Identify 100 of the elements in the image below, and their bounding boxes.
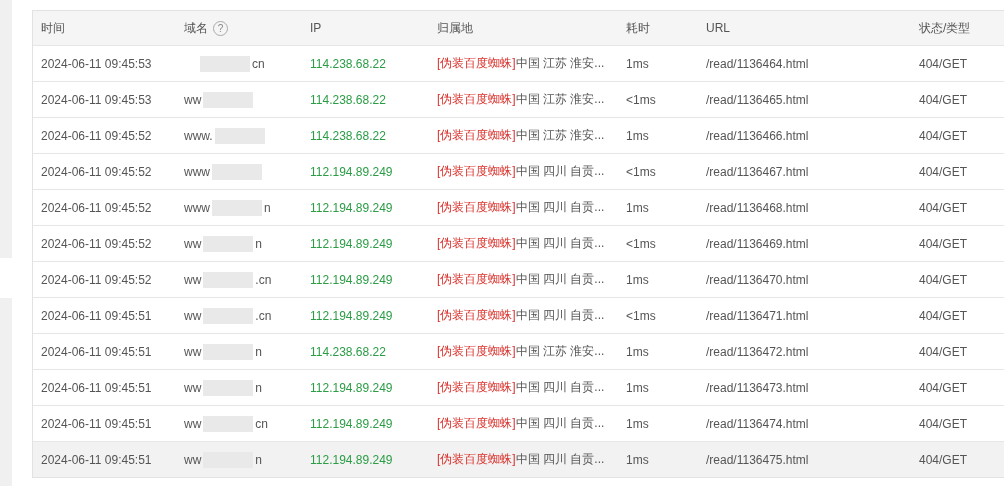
- table-cell: <1ms: [626, 164, 656, 179]
- table-cell: 2024-06-11 09:45:51: [41, 308, 152, 323]
- location-text: 中国 四川 自贡...: [515, 451, 605, 468]
- table-cell: 2024-06-11 09:45:51: [41, 344, 152, 359]
- ip-address: 114.238.68.22: [310, 56, 386, 71]
- column-header: 域名: [184, 19, 208, 37]
- ip-address: 114.238.68.22: [310, 92, 386, 107]
- table-cell: 2024-06-11 09:45:51: [41, 380, 152, 395]
- table-cell: 2024-06-11 09:45:52: [41, 200, 152, 215]
- table-cell: 1ms: [626, 452, 649, 467]
- column-header: 状态/类型: [919, 19, 971, 37]
- ip-address: 112.194.89.249: [310, 308, 393, 323]
- ip-address: 112.194.89.249: [310, 164, 393, 179]
- table-cell: 2024-06-11 09:45:53: [41, 92, 152, 107]
- table-cell: 404/GET: [919, 92, 968, 107]
- spider-tag: [伪装百度蜘蛛]: [437, 343, 516, 360]
- table-cell: 1ms: [626, 272, 649, 287]
- table-cell: 404/GET: [919, 452, 968, 467]
- location-text: 中国 四川 自贡...: [515, 163, 605, 180]
- location-text: 中国 江苏 淮安...: [515, 127, 605, 144]
- url-text: /read/1136466.html: [706, 128, 809, 143]
- domain-text: .cn: [255, 308, 272, 323]
- location-text: 中国 江苏 淮安...: [515, 343, 605, 360]
- ip-address: 112.194.89.249: [310, 272, 393, 287]
- table-cell: 1ms: [626, 56, 649, 71]
- domain-text: n: [255, 236, 263, 251]
- table-cell: 404/GET: [919, 236, 968, 251]
- domain-text: www: [184, 200, 210, 215]
- location-text: 中国 江苏 淮安...: [515, 91, 605, 108]
- domain-text: ww: [184, 92, 202, 107]
- url-text: /read/1136474.html: [706, 416, 809, 431]
- location-text: 中国 四川 自贡...: [515, 379, 605, 396]
- column-header: URL: [706, 21, 730, 35]
- spider-tag: [伪装百度蜘蛛]: [437, 127, 516, 144]
- table-cell: 2024-06-11 09:45:52: [41, 236, 152, 251]
- spider-tag: [伪装百度蜘蛛]: [437, 91, 516, 108]
- domain-text: ww: [184, 272, 202, 287]
- ip-address: 112.194.89.249: [310, 452, 393, 467]
- domain-text: n: [255, 344, 263, 359]
- domain-text: ww: [184, 452, 202, 467]
- column-header: 耗时: [626, 19, 650, 37]
- domain-text: ww: [184, 308, 202, 323]
- table-cell: 404/GET: [919, 380, 968, 395]
- url-text: /read/1136471.html: [706, 308, 809, 323]
- location-text: 中国 四川 自贡...: [515, 307, 605, 324]
- domain-text: n: [255, 452, 263, 467]
- table-cell: 2024-06-11 09:45:53: [41, 56, 152, 71]
- domain-text: ww: [184, 416, 202, 431]
- url-text: /read/1136473.html: [706, 380, 809, 395]
- domain-text: ww: [184, 380, 202, 395]
- url-text: /read/1136468.html: [706, 200, 809, 215]
- table-cell: 1ms: [626, 344, 649, 359]
- spider-tag: [伪装百度蜘蛛]: [437, 415, 516, 432]
- spider-tag: [伪装百度蜘蛛]: [437, 199, 516, 216]
- column-header: 归属地: [437, 19, 473, 37]
- table-cell: <1ms: [626, 308, 656, 323]
- domain-text: n: [255, 380, 263, 395]
- url-text: /read/1136475.html: [706, 452, 809, 467]
- ip-address: 112.194.89.249: [310, 416, 393, 431]
- spider-tag: [伪装百度蜘蛛]: [437, 451, 516, 468]
- table-cell: 1ms: [626, 416, 649, 431]
- table-cell: 404/GET: [919, 200, 968, 215]
- table-cell: 2024-06-11 09:45:52: [41, 272, 152, 287]
- table-cell: 2024-06-11 09:45:51: [41, 416, 152, 431]
- table-cell: 404/GET: [919, 272, 968, 287]
- spider-tag: [伪装百度蜘蛛]: [437, 163, 516, 180]
- url-text: /read/1136469.html: [706, 236, 809, 251]
- table-cell: 404/GET: [919, 308, 968, 323]
- table-cell: 2024-06-11 09:45:51: [41, 452, 152, 467]
- column-header: IP: [310, 21, 322, 35]
- table-cell: 404/GET: [919, 164, 968, 179]
- ip-address: 114.238.68.22: [310, 344, 386, 359]
- location-text: 中国 江苏 淮安...: [515, 55, 605, 72]
- table-cell: 1ms: [626, 128, 649, 143]
- spider-tag: [伪装百度蜘蛛]: [437, 55, 516, 72]
- ip-address: 114.238.68.22: [310, 128, 386, 143]
- domain-text: www: [184, 164, 210, 179]
- ip-address: 112.194.89.249: [310, 380, 393, 395]
- table-cell: 1ms: [626, 380, 649, 395]
- location-text: 中国 四川 自贡...: [515, 199, 605, 216]
- domain-text: cn: [252, 56, 265, 71]
- location-text: 中国 四川 自贡...: [515, 271, 605, 288]
- ip-address: 112.194.89.249: [310, 200, 393, 215]
- url-text: /read/1136465.html: [706, 92, 809, 107]
- table-cell: 404/GET: [919, 56, 968, 71]
- table-cell: 404/GET: [919, 128, 968, 143]
- ip-address: 112.194.89.249: [310, 236, 393, 251]
- url-text: /read/1136464.html: [706, 56, 809, 71]
- domain-text: ww: [184, 236, 202, 251]
- location-text: 中国 四川 自贡...: [515, 235, 605, 252]
- location-text: 中国 四川 自贡...: [515, 415, 605, 432]
- table-cell: 1ms: [626, 200, 649, 215]
- url-text: /read/1136470.html: [706, 272, 809, 287]
- spider-tag: [伪装百度蜘蛛]: [437, 379, 516, 396]
- domain-text: cn: [255, 416, 269, 431]
- table-cell: <1ms: [626, 92, 656, 107]
- url-text: /read/1136472.html: [706, 344, 809, 359]
- domain-text: .cn: [255, 272, 272, 287]
- domain-text: www.: [184, 128, 213, 143]
- spider-tag: [伪装百度蜘蛛]: [437, 271, 516, 288]
